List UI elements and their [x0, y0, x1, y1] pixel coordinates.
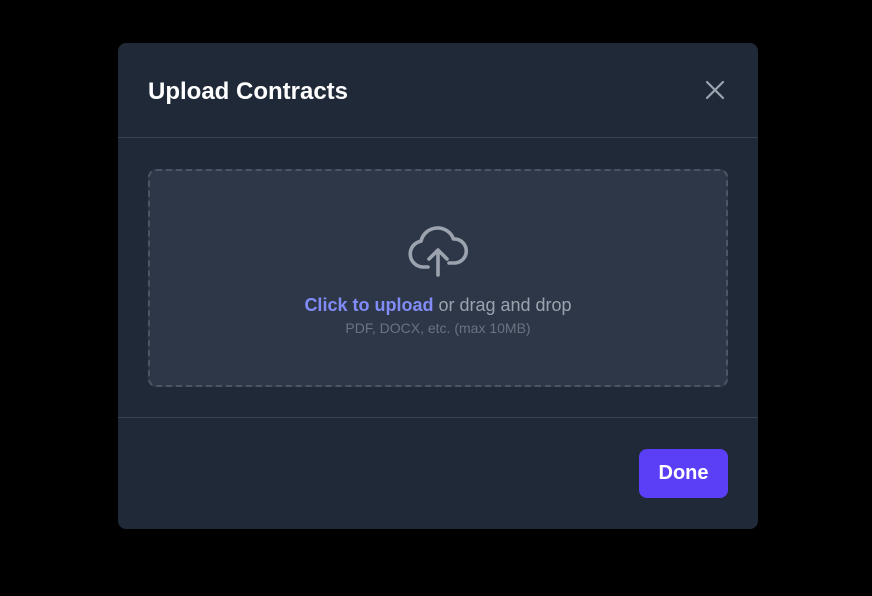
modal-header: Upload Contracts — [118, 43, 758, 138]
modal-title: Upload Contracts — [148, 78, 349, 105]
file-type-hint: PDF, DOCX, etc. (max 10MB) — [345, 320, 531, 336]
cloud-upload-icon — [408, 226, 468, 277]
modal-body: Click to upload or drag and drop PDF, DO… — [118, 138, 758, 418]
done-button[interactable]: Done — [639, 449, 728, 498]
file-dropzone[interactable]: Click to upload or drag and drop PDF, DO… — [148, 169, 728, 387]
modal-footer: Done — [118, 418, 758, 529]
drag-drop-text: or drag and drop — [433, 295, 572, 315]
close-icon — [705, 80, 725, 100]
click-to-upload-link[interactable]: Click to upload — [304, 295, 433, 315]
dropzone-instructions: Click to upload or drag and drop — [150, 293, 726, 317]
close-button[interactable] — [700, 75, 730, 105]
upload-contracts-modal: Upload Contracts Click to upload or drag… — [118, 43, 758, 529]
